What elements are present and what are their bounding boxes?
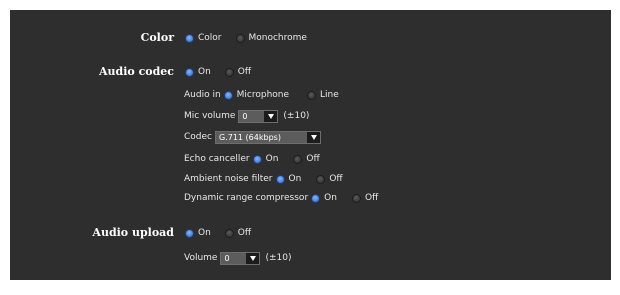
- radio-selected-icon[interactable]: [185, 228, 194, 238]
- radio-selected-icon[interactable]: [275, 174, 285, 184]
- radio-unselected-icon[interactable]: [316, 174, 326, 184]
- audio-codec-off-label: Off: [237, 67, 252, 77]
- audio-in-line-label: Line: [320, 90, 339, 100]
- radio-selected-icon[interactable]: [223, 90, 233, 100]
- radio-unselected-icon[interactable]: [351, 193, 361, 203]
- radio-selected-icon[interactable]: [252, 154, 262, 164]
- volume-label: Volume: [184, 253, 218, 263]
- radio-selected-icon[interactable]: [185, 67, 194, 77]
- audio-upload-section-label: Audio upload: [92, 226, 174, 239]
- radio-unselected-icon[interactable]: [293, 154, 303, 164]
- echo-canceller-off-label: Off: [306, 154, 320, 164]
- mic-volume-value: 0: [242, 111, 248, 121]
- chevron-down-icon: [267, 113, 274, 119]
- radio-selected-icon[interactable]: [311, 193, 321, 203]
- volume-dropdown-button[interactable]: [246, 252, 260, 264]
- dynamic-range-compressor-on-option[interactable]: On: [311, 191, 337, 205]
- audio-upload-off-option[interactable]: Off: [224, 226, 252, 240]
- chevron-down-icon: [249, 255, 256, 261]
- audio-codec-on-option[interactable]: On: [185, 65, 211, 79]
- radio-unselected-icon[interactable]: [307, 90, 317, 100]
- echo-canceller-on-label: On: [265, 154, 279, 164]
- echo-canceller-row: Echo canceller On Off: [184, 152, 320, 166]
- color-option-color-label: Color: [198, 33, 222, 43]
- color-option-color[interactable]: Color: [185, 31, 222, 45]
- mic-volume-label: Mic volume: [184, 111, 236, 121]
- dynamic-range-compressor-off-label: Off: [364, 193, 379, 203]
- ambient-noise-filter-on-label: On: [288, 174, 302, 184]
- settings-panel: Color Color Monochrome Audio codec On Of…: [10, 10, 611, 280]
- color-option-monochrome-label: Monochrome: [248, 33, 307, 43]
- radio-unselected-icon[interactable]: [224, 228, 234, 238]
- dynamic-range-compressor-label: Dynamic range compressor: [184, 193, 309, 203]
- ambient-noise-filter-off-label: Off: [329, 174, 343, 184]
- audio-codec-off-option[interactable]: Off: [224, 65, 252, 79]
- audio-upload-on-option[interactable]: On: [185, 226, 211, 240]
- volume-value: 0: [224, 253, 230, 263]
- codec-label: Codec: [184, 132, 212, 142]
- dynamic-range-compressor-on-label: On: [324, 193, 337, 203]
- volume-range: (±10): [265, 253, 292, 263]
- audio-upload-on-label: On: [198, 228, 211, 238]
- echo-canceller-on-option[interactable]: On: [252, 152, 279, 166]
- color-option-monochrome[interactable]: Monochrome: [235, 31, 307, 45]
- codec-value: G.711 (64kbps): [219, 132, 281, 142]
- codec-row: Codec G.711 (64kbps): [184, 130, 321, 144]
- volume-row: Volume 0 (±10): [184, 251, 292, 265]
- dynamic-range-compressor-row: Dynamic range compressor On Off: [184, 191, 378, 205]
- radio-unselected-icon[interactable]: [224, 67, 234, 77]
- color-radio-group: Color Monochrome: [185, 31, 307, 45]
- audio-codec-radio-group: On Off: [185, 65, 251, 79]
- echo-canceller-label: Echo canceller: [184, 154, 250, 164]
- codec-dropdown-button[interactable]: [307, 131, 320, 143]
- audio-upload-radio-group: On Off: [185, 226, 251, 240]
- mic-volume-select[interactable]: 0: [238, 109, 279, 123]
- mic-volume-row: Mic volume 0 (±10): [184, 109, 309, 123]
- audio-in-row: Audio in Microphone Line: [184, 88, 339, 102]
- dynamic-range-compressor-off-option[interactable]: Off: [351, 191, 379, 205]
- chevron-down-icon: [310, 134, 317, 140]
- ambient-noise-filter-on-option[interactable]: On: [275, 172, 302, 186]
- audio-upload-off-label: Off: [237, 228, 252, 238]
- audio-codec-on-label: On: [198, 67, 211, 77]
- audio-codec-section-label: Audio codec: [99, 65, 174, 78]
- audio-in-microphone-option[interactable]: Microphone: [223, 88, 290, 102]
- audio-in-microphone-label: Microphone: [236, 90, 290, 100]
- audio-in-label: Audio in: [184, 90, 221, 100]
- radio-selected-icon[interactable]: [185, 33, 194, 43]
- mic-volume-range: (±10): [283, 111, 310, 121]
- ambient-noise-filter-label: Ambient noise filter: [184, 174, 273, 184]
- mic-volume-dropdown-button[interactable]: [264, 110, 278, 122]
- audio-in-line-option[interactable]: Line: [307, 88, 339, 102]
- color-section-label: Color: [140, 31, 174, 44]
- ambient-noise-filter-row: Ambient noise filter On Off: [184, 172, 343, 186]
- radio-unselected-icon[interactable]: [235, 33, 245, 43]
- echo-canceller-off-option[interactable]: Off: [293, 152, 320, 166]
- volume-select[interactable]: 0: [220, 251, 261, 265]
- codec-select[interactable]: G.711 (64kbps): [215, 130, 321, 144]
- ambient-noise-filter-off-option[interactable]: Off: [316, 172, 343, 186]
